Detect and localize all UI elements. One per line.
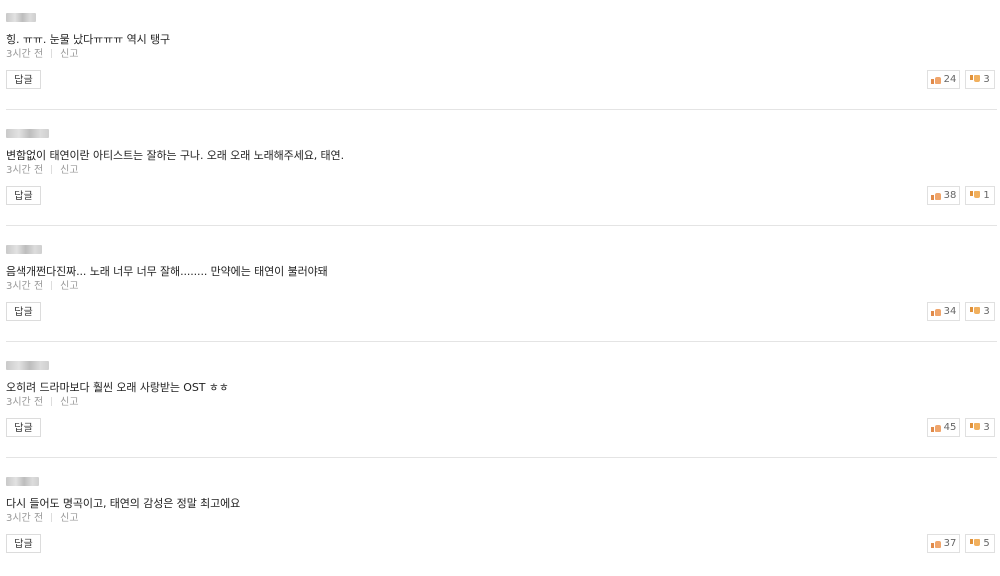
comment-list: 힝. ㅠㅠ. 눈물 났다ㅠㅠㅠ 역시 탱구 3시간 전 신고 답글 24 3 변함… xyxy=(0,0,1000,571)
comment-time: 3시간 전 xyxy=(6,397,44,408)
thumb-down-icon xyxy=(970,191,981,200)
dislike-count: 3 xyxy=(983,74,990,85)
dislike-count: 3 xyxy=(983,306,990,317)
reply-button[interactable]: 답글 xyxy=(6,418,41,437)
like-button[interactable]: 34 xyxy=(927,302,960,321)
blurred-username xyxy=(6,245,42,254)
comment-divider xyxy=(6,341,997,342)
dislike-button[interactable]: 3 xyxy=(965,70,995,89)
comment-item: 음색개쩐다진짜... 노래 너무 너무 잘해........ 만약에는 태연이 … xyxy=(0,232,1000,344)
meta-separator xyxy=(51,165,53,174)
dislike-button[interactable]: 5 xyxy=(965,534,995,553)
blurred-username xyxy=(6,13,36,22)
dislike-button[interactable]: 1 xyxy=(965,186,995,205)
comment-time: 3시간 전 xyxy=(6,281,44,292)
comment-item: 힝. ㅠㅠ. 눈물 났다ㅠㅠㅠ 역시 탱구 3시간 전 신고 답글 24 3 xyxy=(0,0,1000,112)
like-count: 38 xyxy=(943,190,957,201)
blurred-username xyxy=(6,129,49,138)
meta-separator xyxy=(51,49,53,58)
comment-meta: 3시간 전 신고 xyxy=(6,49,79,61)
thumb-down-icon xyxy=(970,75,981,84)
comment-time: 3시간 전 xyxy=(6,513,44,524)
comment-item: 변함없이 태연이란 아티스트는 잘하는 구나. 오래 오래 노래해주세요, 태연… xyxy=(0,116,1000,228)
thumb-down-icon xyxy=(970,307,981,316)
thumb-up-icon xyxy=(930,423,941,432)
dislike-button[interactable]: 3 xyxy=(965,418,995,437)
report-link[interactable]: 신고 xyxy=(60,397,78,408)
like-button[interactable]: 24 xyxy=(927,70,960,89)
blurred-username xyxy=(6,361,49,370)
reply-button[interactable]: 답글 xyxy=(6,186,41,205)
reply-button[interactable]: 답글 xyxy=(6,302,41,321)
comment-meta: 3시간 전 신고 xyxy=(6,165,79,177)
comment-meta: 3시간 전 신고 xyxy=(6,281,79,293)
like-count: 37 xyxy=(943,538,957,549)
comment-text: 힝. ㅠㅠ. 눈물 났다ㅠㅠㅠ 역시 탱구 xyxy=(6,33,171,46)
dislike-count: 5 xyxy=(983,538,990,549)
dislike-count: 3 xyxy=(983,422,990,433)
meta-separator xyxy=(51,513,53,522)
thumb-up-icon xyxy=(930,75,941,84)
comment-time: 3시간 전 xyxy=(6,49,44,60)
thumb-down-icon xyxy=(970,539,981,548)
dislike-count: 1 xyxy=(983,190,990,201)
dislike-button[interactable]: 3 xyxy=(965,302,995,321)
report-link[interactable]: 신고 xyxy=(60,165,78,176)
comment-meta: 3시간 전 신고 xyxy=(6,397,79,409)
meta-separator xyxy=(51,281,53,290)
like-count: 45 xyxy=(943,422,957,433)
reply-button[interactable]: 답글 xyxy=(6,70,41,89)
comment-text: 오히려 드라마보다 훨씬 오래 사랑받는 OST ㅎㅎ xyxy=(6,381,229,394)
thumb-up-icon xyxy=(930,191,941,200)
comment-text: 변함없이 태연이란 아티스트는 잘하는 구나. 오래 오래 노래해주세요, 태연… xyxy=(6,149,344,162)
comment-text: 음색개쩐다진짜... 노래 너무 너무 잘해........ 만약에는 태연이 … xyxy=(6,265,328,278)
thumb-up-icon xyxy=(930,307,941,316)
report-link[interactable]: 신고 xyxy=(60,281,78,292)
comment-divider xyxy=(6,225,997,226)
report-link[interactable]: 신고 xyxy=(60,49,78,60)
comment-text: 다시 들어도 명곡이고, 태연의 감성은 정말 최고에요 xyxy=(6,497,241,510)
report-link[interactable]: 신고 xyxy=(60,513,78,524)
comment-item: 오히려 드라마보다 훨씬 오래 사랑받는 OST ㅎㅎ 3시간 전 신고 답글 4… xyxy=(0,348,1000,460)
blurred-username xyxy=(6,477,39,486)
comment-meta: 3시간 전 신고 xyxy=(6,513,79,525)
comment-time: 3시간 전 xyxy=(6,165,44,176)
thumb-down-icon xyxy=(970,423,981,432)
meta-separator xyxy=(51,397,53,406)
like-count: 34 xyxy=(943,306,957,317)
comment-divider xyxy=(6,109,997,110)
like-button[interactable]: 45 xyxy=(927,418,960,437)
thumb-up-icon xyxy=(930,539,941,548)
comment-item: 다시 들어도 명곡이고, 태연의 감성은 정말 최고에요 3시간 전 신고 답글 … xyxy=(0,464,1000,576)
reply-button[interactable]: 답글 xyxy=(6,534,41,553)
like-button[interactable]: 38 xyxy=(927,186,960,205)
like-button[interactable]: 37 xyxy=(927,534,960,553)
like-count: 24 xyxy=(943,74,957,85)
comment-divider xyxy=(6,457,997,458)
